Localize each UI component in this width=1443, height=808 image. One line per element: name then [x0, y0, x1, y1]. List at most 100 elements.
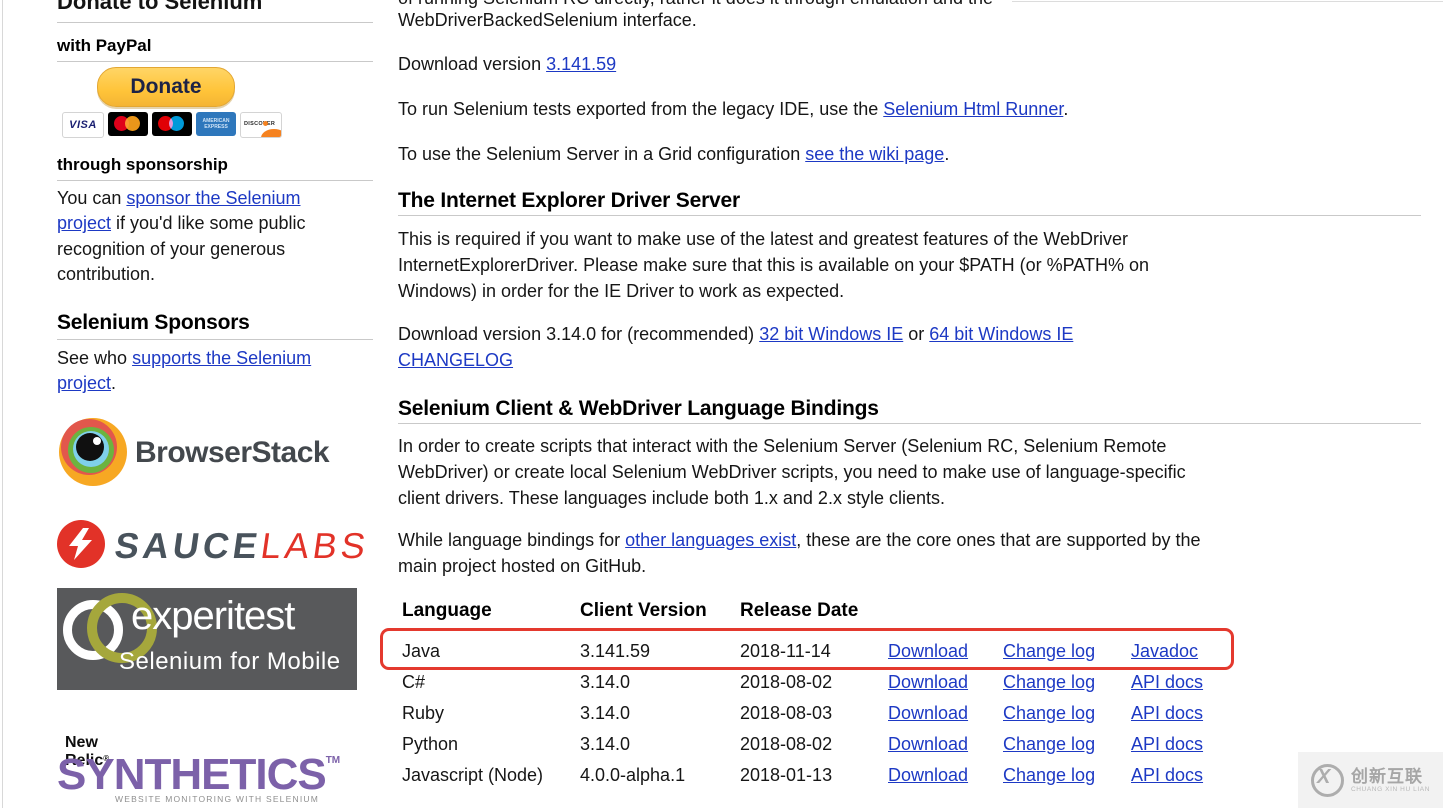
text-link[interactable]: 32 bit Windows IE	[759, 324, 903, 344]
experitest-tagline: Selenium for Mobile	[119, 648, 341, 676]
table-link-api-docs[interactable]: API docs	[1131, 765, 1203, 785]
labs-text: LABS	[258, 525, 372, 566]
rule	[57, 180, 373, 181]
table-link-download[interactable]: Download	[888, 703, 968, 723]
text-link[interactable]: see the wiki page	[805, 144, 944, 164]
text-run: .	[1063, 99, 1068, 119]
header-client-version: Client Version	[580, 600, 740, 622]
rule	[57, 22, 373, 23]
text-run: See who	[57, 348, 132, 368]
table-header-row: Language Client Version Release Date	[402, 600, 1262, 636]
text-link[interactable]: Selenium Html Runner	[883, 99, 1063, 119]
rule	[57, 61, 373, 62]
browserstack-wordmark: BrowserStack	[135, 436, 329, 470]
table-row-ruby: Ruby3.14.02018-08-03DownloadChange logAP…	[402, 698, 1262, 729]
table-link-change-log[interactable]: Change log	[1003, 672, 1095, 692]
text-line: recognition of your generous	[57, 237, 306, 262]
amex-card-icon: AMERICAN EXPRESS	[196, 112, 236, 136]
cell-date: 2018-01-13	[740, 765, 888, 786]
table-link-download[interactable]: Download	[888, 734, 968, 754]
text-run: or	[903, 324, 929, 344]
watermark-name: 创新互联	[1351, 768, 1430, 786]
cx-glyph: X	[1317, 766, 1330, 789]
table-link-api-docs[interactable]: API docs	[1131, 672, 1203, 692]
sponsors-heading: Selenium Sponsors	[57, 311, 250, 335]
paypal-heading: with PayPal	[57, 36, 151, 56]
text-run: contribution.	[57, 264, 155, 284]
header-release-date: Release Date	[740, 600, 888, 622]
experitest-wordmark: experitest	[131, 594, 294, 639]
sponsorship-heading: through sponsorship	[57, 155, 228, 175]
text-line: main project hosted on GitHub.	[398, 553, 1201, 579]
language-bindings-table: Language Client Version Release Date Jav…	[402, 600, 1262, 791]
table-row-python: Python3.14.02018-08-02DownloadChange log…	[402, 729, 1262, 760]
cell-language: Ruby	[402, 703, 580, 724]
discover-orange-dot	[263, 121, 268, 126]
cell-link: API docs	[1131, 703, 1251, 724]
table-body: Java3.141.592018-11-14DownloadChange log…	[402, 636, 1262, 791]
experitest-banner[interactable]: experitest Selenium for Mobile	[57, 588, 357, 690]
table-link-change-log[interactable]: Change log	[1003, 734, 1095, 754]
synthetics-tagline: WEBSITE MONITORING WITH SELENIUM	[115, 794, 319, 804]
bs-highlight	[93, 437, 101, 445]
table-link-change-log[interactable]: Change log	[1003, 641, 1095, 661]
rule	[398, 215, 1421, 216]
cell-link: Download	[888, 672, 1003, 693]
paypal-donate-button[interactable]: Donate	[97, 67, 235, 107]
text-line: Windows) in order for the IE Driver to w…	[398, 278, 1149, 304]
cell-language: Javascript (Node)	[402, 765, 580, 786]
cell-link: Change log	[1003, 672, 1131, 693]
sponsor-paragraph: You can sponsor the Seleniumproject if y…	[57, 186, 306, 288]
discover-label: DISCOVER	[244, 121, 275, 127]
text-run: You can	[57, 188, 126, 208]
maestro-blue-circle	[169, 116, 184, 131]
text-link[interactable]: 3.141.59	[546, 54, 616, 74]
table-link-download[interactable]: Download	[888, 765, 968, 785]
table-link-download[interactable]: Download	[888, 641, 968, 661]
table-link-download[interactable]: Download	[888, 672, 968, 692]
table-link-api-docs[interactable]: API docs	[1131, 734, 1203, 754]
cell-version: 3.141.59	[580, 641, 740, 662]
text-line: In order to create scripts that interact…	[398, 433, 1186, 459]
table-link-javadoc[interactable]: Javadoc	[1131, 641, 1198, 661]
text-run: To use the Selenium Server in a Grid con…	[398, 144, 805, 164]
sidebar: Donate to Selenium with PayPal Donate VI…	[57, 0, 373, 808]
table-row-javascript-node-: Javascript (Node)4.0.0-alpha.12018-01-13…	[402, 760, 1262, 791]
table-row-java: Java3.141.592018-11-14Download Change log…	[402, 636, 1262, 667]
table-link-api-docs[interactable]: API docs	[1131, 703, 1203, 723]
cell-language: C#	[402, 672, 580, 693]
text-line: While language bindings for other langua…	[398, 527, 1201, 553]
text-run: Download version	[398, 54, 546, 74]
text-link[interactable]: 64 bit Windows IE	[929, 324, 1073, 344]
sponsors-paragraph: See who supports the Seleniumproject.	[57, 346, 311, 397]
cell-link: Change log	[1003, 641, 1131, 662]
cell-link: Change log	[1003, 703, 1131, 724]
cell-language: Java	[402, 641, 580, 662]
cell-link: Download	[888, 641, 1003, 662]
sauce-text: SAUCE	[112, 525, 264, 566]
table-link-change-log[interactable]: Change log	[1003, 765, 1095, 785]
synthetics-wordmark: SYNTHETICSTM	[57, 750, 340, 800]
text-link[interactable]: project	[57, 213, 111, 233]
ie-driver-paragraph: This is required if you want to make use…	[398, 226, 1149, 304]
cell-date: 2018-08-03	[740, 703, 888, 724]
text-link[interactable]: CHANGELOG	[398, 350, 513, 370]
text-run: main project hosted on GitHub.	[398, 556, 646, 576]
text-link[interactable]: supports the Selenium	[132, 348, 311, 368]
page-left-border	[2, 0, 3, 808]
cell-link: Change log	[1003, 765, 1131, 786]
watermark-subtitle: CHUANG XIN HU LIAN	[1351, 786, 1430, 793]
visa-card-icon: VISA	[62, 112, 104, 138]
watermark-badge: X 创新互联 CHUANG XIN HU LIAN	[1298, 752, 1443, 808]
donate-heading: Donate to Selenium	[57, 0, 262, 15]
text-run: .	[944, 144, 949, 164]
text-link[interactable]: sponsor the Selenium	[126, 188, 300, 208]
text-link[interactable]: project	[57, 373, 111, 393]
table-link-change-log[interactable]: Change log	[1003, 703, 1095, 723]
cell-link: Change log	[1003, 734, 1131, 755]
cell-date: 2018-08-02	[740, 734, 888, 755]
text-link[interactable]: other languages exist	[625, 530, 796, 550]
cell-date: 2018-11-14	[740, 641, 888, 662]
text-run: While language bindings for	[398, 530, 625, 550]
grid-config-line: To use the Selenium Server in a Grid con…	[398, 141, 949, 167]
